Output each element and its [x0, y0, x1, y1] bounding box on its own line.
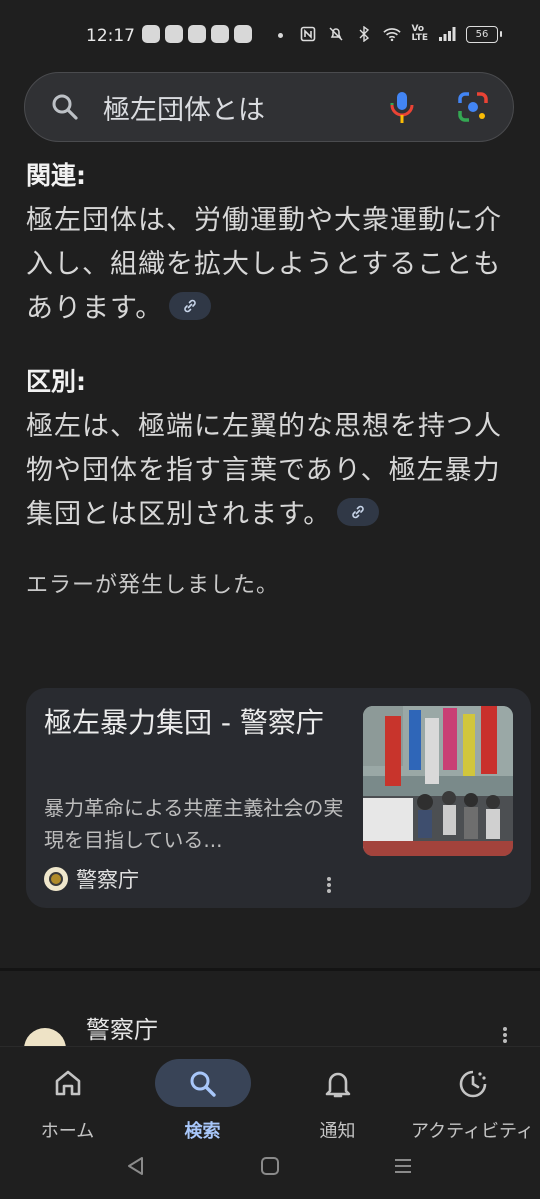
overview-content: 関連: 極左団体は、労働運動や大衆運動に介入し、組織を拡大しようとすることもあり… — [26, 155, 521, 599]
status-bar: 12:17 Vo LTE 56 — [0, 0, 540, 72]
search-input[interactable]: 極左団体とは — [103, 88, 265, 127]
recents-menu-icon[interactable] — [392, 1155, 414, 1181]
nav-label: アクティビティ — [411, 1121, 534, 1142]
section-divider — [0, 968, 540, 971]
section-text: 極左団体は、労働運動や大衆運動に介入し、組織を拡大しようとすることもあります。 — [26, 205, 502, 324]
section-distinction: 区別: 極左は、極端に左翼的な思想を持つ人物や団体を指す言葉であり、極左暴力集団… — [26, 361, 521, 537]
result-card[interactable]: 極左暴力集団 - 警察庁 暴力革命による共産主義社会の実現を目指している... … — [26, 688, 531, 908]
nav-item-activity[interactable]: アクティビティ — [405, 1053, 540, 1142]
search-bar[interactable]: 極左団体とは — [24, 72, 514, 142]
source-name: 警察庁 — [76, 868, 139, 892]
app-notification-icon — [234, 25, 252, 43]
error-message: エラーが発生しました。 — [26, 573, 280, 598]
home-icon — [53, 1069, 83, 1101]
nav-label: 通知 — [319, 1121, 356, 1142]
nav-label: ホーム — [40, 1121, 95, 1142]
system-navigation-bar — [0, 1141, 540, 1199]
app-notification-icon — [211, 25, 229, 43]
link-icon — [352, 505, 365, 518]
link-icon — [184, 299, 197, 312]
mic-icon[interactable] — [389, 91, 415, 129]
battery-icon: 56 — [466, 25, 502, 43]
result-source: 警察庁 — [44, 864, 139, 894]
search-icon — [188, 1069, 218, 1103]
app-notification-icon — [188, 25, 206, 43]
nav-item-search[interactable]: 検索 — [135, 1053, 270, 1142]
app-notification-icon — [165, 25, 183, 43]
source-link-button[interactable] — [337, 497, 380, 526]
source-name: 警察庁 — [86, 1016, 158, 1044]
battery-level: 56 — [475, 28, 489, 40]
nav-item-home[interactable]: ホーム — [0, 1053, 135, 1142]
mute-icon — [327, 25, 345, 43]
wifi-icon — [383, 25, 402, 43]
bell-icon — [324, 1069, 352, 1103]
status-time: 12:17 — [86, 26, 135, 46]
app-notification-icon — [142, 25, 160, 43]
result-snippet: 暴力革命による共産主義社会の実現を目指している... — [44, 796, 344, 852]
nav-item-notifications[interactable]: 通知 — [270, 1053, 405, 1142]
result-title[interactable]: 極左暴力集団 - 警察庁 — [44, 704, 344, 742]
section-heading: 関連: — [26, 161, 86, 190]
section-text: 極左は、極端に左翼的な思想を持つ人物や団体を指す言葉であり、極左暴力集団とは区別… — [26, 411, 502, 530]
activity-icon — [458, 1069, 488, 1103]
notification-icons — [142, 25, 252, 43]
back-icon[interactable] — [125, 1155, 147, 1181]
volte-icon: Vo LTE — [411, 24, 428, 43]
home-button-icon[interactable] — [259, 1155, 281, 1181]
section-heading: 区別: — [26, 367, 86, 396]
nav-label: 検索 — [184, 1121, 221, 1142]
police-agency-logo-icon — [44, 867, 68, 891]
bluetooth-icon — [355, 25, 373, 43]
nfc-icon — [299, 25, 317, 43]
result-thumbnail-image[interactable] — [363, 706, 513, 856]
signal-icon — [438, 25, 456, 43]
section-related: 関連: 極左団体は、労働運動や大衆運動に介入し、組織を拡大しようとすることもあり… — [26, 155, 521, 331]
more-options-icon[interactable] — [502, 1026, 508, 1048]
more-notifications-dot-icon — [278, 33, 283, 38]
source-link-button[interactable] — [169, 291, 212, 320]
more-options-icon[interactable] — [326, 876, 332, 898]
next-result-header[interactable]: 警察庁 — [24, 1010, 524, 1070]
lens-icon[interactable] — [457, 91, 489, 127]
bottom-navigation: ホーム 検索 通知 アクティビティ — [0, 1046, 540, 1142]
search-icon — [51, 93, 79, 125]
